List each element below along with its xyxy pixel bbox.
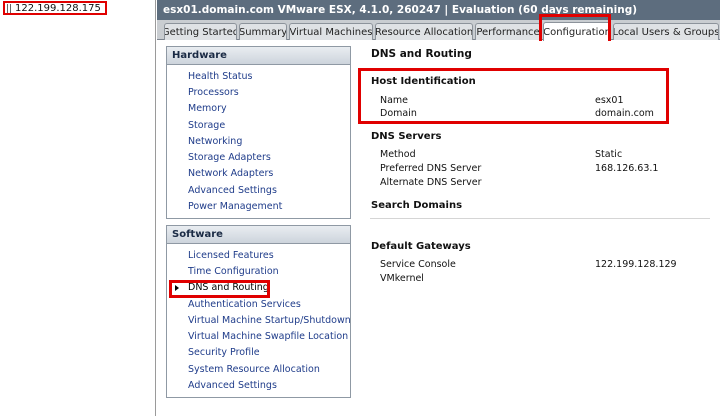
dns-servers-title: DNS Servers xyxy=(371,131,442,142)
section-divider xyxy=(370,218,710,219)
nav-dns-and-routing[interactable]: DNS and Routing xyxy=(167,280,350,296)
nav-health-status[interactable]: Health Status xyxy=(167,68,350,84)
method-value: Static xyxy=(595,149,623,160)
nav-vm-swapfile-location[interactable]: Virtual Machine Swapfile Location xyxy=(167,328,350,344)
nav-network-adapters[interactable]: Network Adapters xyxy=(167,166,350,182)
name-value: esx01 xyxy=(595,95,624,106)
nav-storage-adapters[interactable]: Storage Adapters xyxy=(167,149,350,165)
selected-arrow-icon xyxy=(175,284,179,291)
tab-local-users-groups[interactable]: Local Users & Groups xyxy=(613,23,719,40)
nav-time-configuration[interactable]: Time Configuration xyxy=(167,263,350,279)
software-panel: Software Licensed Features Time Configur… xyxy=(166,225,351,398)
nav-processors[interactable]: Processors xyxy=(167,84,350,100)
detail-title: DNS and Routing xyxy=(371,48,472,60)
preferred-dns-label: Preferred DNS Server xyxy=(380,163,482,174)
tab-configuration[interactable]: Configuration xyxy=(543,22,611,41)
service-console-value: 122.199.128.129 xyxy=(595,259,677,270)
vmkernel-label: VMkernel xyxy=(380,273,424,284)
software-header: Software xyxy=(167,226,350,244)
service-console-label: Service Console xyxy=(380,259,456,270)
tab-resource-allocation[interactable]: Resource Allocation xyxy=(375,23,473,40)
tab-performance[interactable]: Performance xyxy=(475,23,541,40)
domain-value: domain.com xyxy=(595,108,654,119)
search-domains-title: Search Domains xyxy=(371,200,463,211)
window-title: esx01.domain.com VMware ESX, 4.1.0, 2602… xyxy=(157,0,720,20)
nav-storage[interactable]: Storage xyxy=(167,117,350,133)
tab-summary[interactable]: Summary xyxy=(239,23,287,40)
tab-virtual-machines[interactable]: Virtual Machines xyxy=(289,23,373,40)
dns-routing-detail: DNS and Routing Host Identification Name… xyxy=(370,41,720,416)
hardware-header: Hardware xyxy=(167,47,350,65)
hardware-panel: Hardware Health Status Processors Memory… xyxy=(166,46,351,219)
nav-dns-and-routing-label: DNS and Routing xyxy=(188,282,269,294)
nav-vm-startup-shutdown[interactable]: Virtual Machine Startup/Shutdown xyxy=(167,312,351,328)
alternate-dns-label: Alternate DNS Server xyxy=(380,177,482,188)
host-identification-title: Host Identification xyxy=(371,76,476,87)
preferred-dns-value: 168.126.63.1 xyxy=(595,163,659,174)
method-label: Method xyxy=(380,149,416,160)
host-node[interactable]: 122.199.128.175 xyxy=(3,1,107,15)
tab-strip: Getting Started Summary Virtual Machines… xyxy=(157,20,720,41)
host-ip-label: 122.199.128.175 xyxy=(15,2,101,14)
nav-memory[interactable]: Memory xyxy=(167,101,350,117)
nav-advanced-settings-software[interactable]: Advanced Settings xyxy=(167,377,350,393)
nav-system-resource-allocation[interactable]: System Resource Allocation xyxy=(167,361,350,377)
software-list: Licensed Features Time Configuration DNS… xyxy=(167,244,351,394)
tab-getting-started[interactable]: Getting Started xyxy=(164,23,237,40)
name-label: Name xyxy=(380,95,409,106)
nav-power-management[interactable]: Power Management xyxy=(167,198,350,214)
nav-advanced-settings-hardware[interactable]: Advanced Settings xyxy=(167,182,350,198)
inventory-pane: 122.199.128.175 xyxy=(0,0,156,416)
default-gateways-title: Default Gateways xyxy=(371,241,471,252)
hardware-list: Health Status Processors Memory Storage … xyxy=(167,65,350,215)
domain-label: Domain xyxy=(380,108,417,119)
nav-security-profile[interactable]: Security Profile xyxy=(167,345,350,361)
nav-networking[interactable]: Networking xyxy=(167,133,350,149)
nav-licensed-features[interactable]: Licensed Features xyxy=(167,247,350,263)
nav-authentication-services[interactable]: Authentication Services xyxy=(167,296,350,312)
host-icon xyxy=(7,3,11,13)
